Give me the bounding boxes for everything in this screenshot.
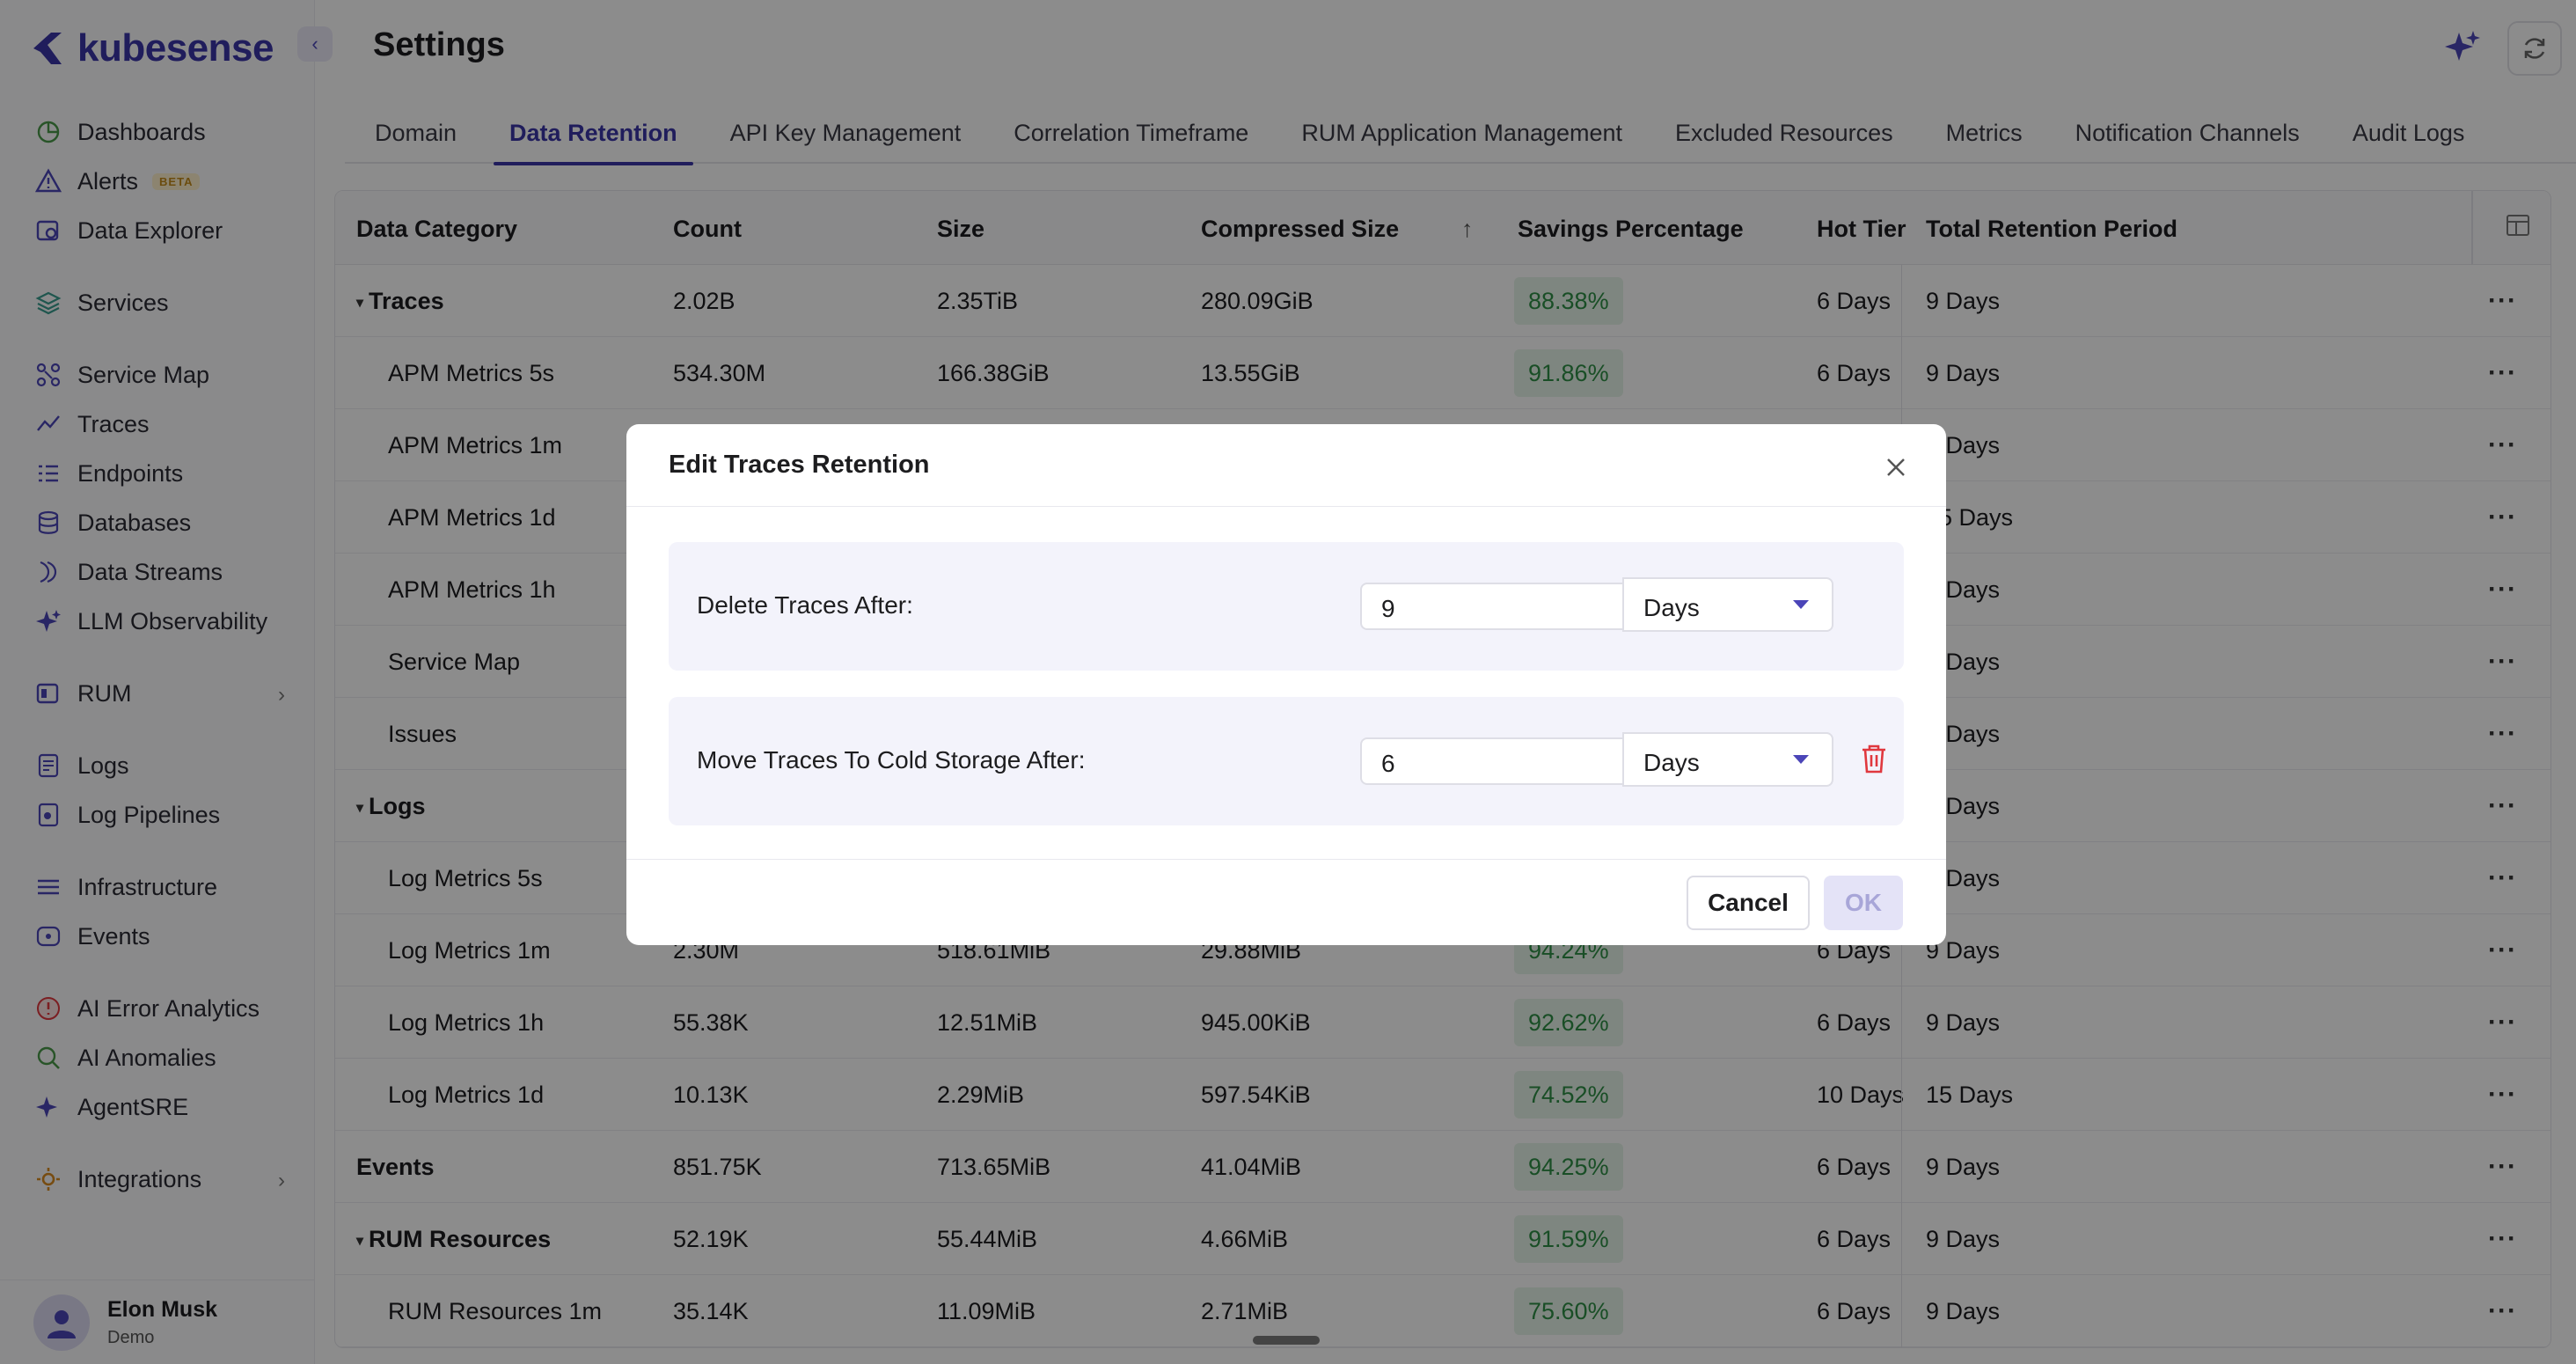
cold-storage-unit-value: Days: [1643, 749, 1700, 776]
cold-storage-input[interactable]: 6: [1360, 737, 1624, 785]
cold-storage-label: Move Traces To Cold Storage After:: [697, 746, 1086, 774]
cold-storage-row: Move Traces To Cold Storage After: 6 Day…: [669, 697, 1904, 825]
dropdown-arrow-icon: [1793, 755, 1809, 764]
trash-icon[interactable]: [1860, 743, 1888, 774]
edit-retention-modal: Edit Traces Retention Delete Traces Afte…: [626, 424, 1946, 945]
delete-after-input[interactable]: 9: [1360, 583, 1624, 630]
modal-title: Edit Traces Retention: [669, 451, 930, 479]
close-icon[interactable]: [1883, 454, 1909, 480]
delete-after-unit-value: Days: [1643, 594, 1700, 621]
delete-after-label: Delete Traces After:: [697, 591, 913, 619]
delete-after-unit-select[interactable]: Days: [1622, 577, 1833, 632]
modal-footer: Cancel OK: [626, 859, 1946, 945]
delete-after-row: Delete Traces After: 9 Days: [669, 542, 1904, 671]
ok-button[interactable]: OK: [1824, 876, 1903, 930]
cold-storage-unit-select[interactable]: Days: [1622, 732, 1833, 787]
modal-header: Edit Traces Retention: [626, 424, 1946, 507]
horizontal-scrollbar[interactable]: [1253, 1336, 1320, 1345]
dropdown-arrow-icon: [1793, 600, 1809, 609]
app-root: kubesense ‹ Dashboards Alerts BETA Data Exp…: [0, 0, 2576, 1364]
cancel-button[interactable]: Cancel: [1687, 876, 1810, 930]
